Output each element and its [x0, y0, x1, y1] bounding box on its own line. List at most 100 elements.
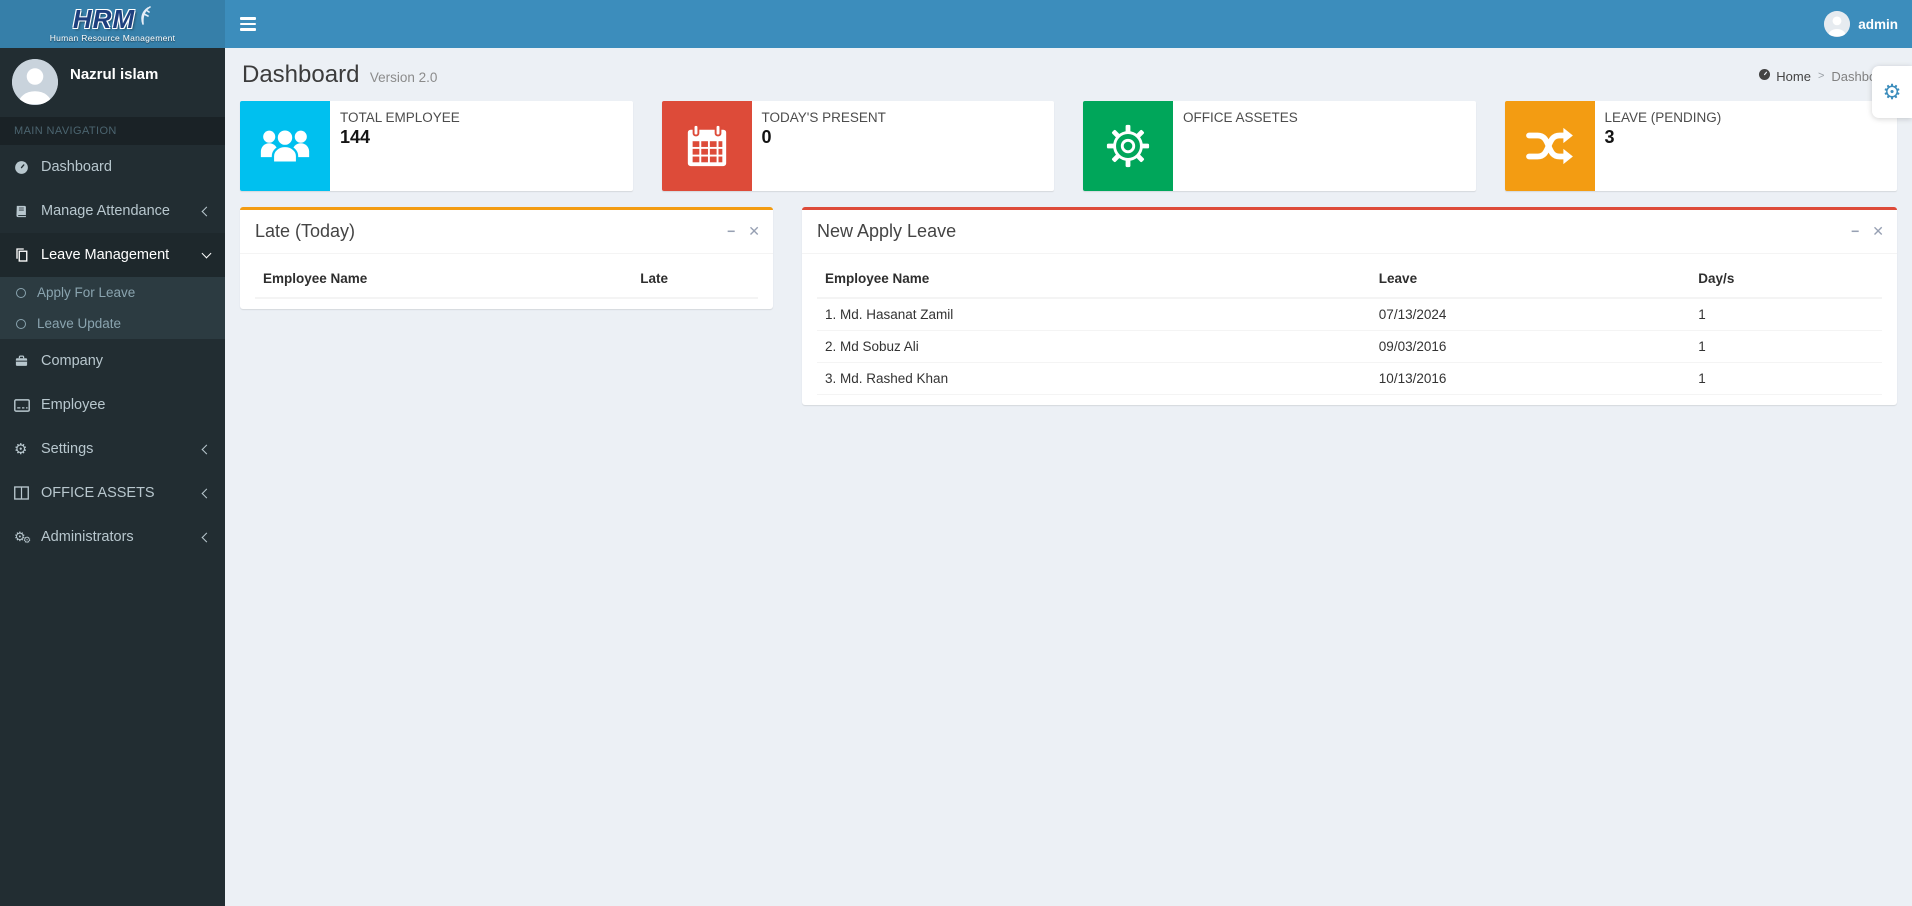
column-header-leave: Leave [1370, 260, 1691, 299]
sidebar-item-manage-attendance[interactable]: Manage Attendance [0, 189, 225, 233]
sidebar-avatar [12, 59, 58, 105]
sidebar-item-dashboard[interactable]: Dashboard [0, 145, 225, 189]
navbar-body: admin [225, 0, 1912, 48]
cell-employee-name: 3. Md. Rashed Khan [817, 362, 1371, 395]
cell-employee-name: 1. Md. Hasanat Zamil [817, 298, 1371, 331]
chevron-down-icon [201, 248, 212, 259]
sidebar-item-company[interactable]: Company [0, 339, 225, 383]
chevron-left-icon [201, 444, 212, 454]
page-title: Dashboard [242, 61, 360, 88]
circle-icon [16, 318, 26, 329]
column-header-employee-name: Employee Name [255, 260, 633, 299]
sidebar-item-label: Employee [41, 397, 106, 413]
sidebar-toggle-button[interactable] [225, 0, 270, 48]
gear-icon: ⚙ [14, 441, 28, 458]
cell-employee-name: 2. Md Sobuz Ali [817, 330, 1371, 363]
sidebar-item-label: OFFICE ASSETS [41, 485, 155, 501]
leave-table: Employee Name Leave Day/s 1. Md. Hasanat… [817, 260, 1882, 395]
top-navbar: HRM Human Resource Management admin [0, 0, 1912, 48]
cell-days: 1 [1690, 362, 1882, 395]
circle-icon [16, 287, 26, 298]
sidebar: Nazrul islam MAIN NAVIGATION Dashboard M… [0, 48, 225, 906]
panels-row: Late (Today) − ✕ Employee Name Late New … [240, 207, 1897, 405]
close-x-icon[interactable]: ✕ [1872, 224, 1884, 238]
info-box-value: 0 [761, 127, 772, 147]
sidebar-section-header: MAIN NAVIGATION [0, 117, 225, 145]
users-icon [240, 101, 330, 191]
info-box-label: LEAVE (PENDING) [1604, 110, 1722, 125]
hrm-app: HRM Human Resource Management admin Nazr… [0, 0, 1912, 906]
chevron-left-icon [201, 206, 212, 216]
sidebar-item-label: Manage Attendance [41, 203, 170, 219]
book-icon [14, 204, 41, 219]
control-sidebar-toggle-button[interactable]: ⚙ [1872, 66, 1912, 118]
main-content: Dashboard Version 2.0 Home > Dashboard T… [225, 48, 1912, 906]
sidebar-subitem-apply-for-leave[interactable]: Apply For Leave [0, 277, 225, 308]
sidebar-item-leave-management[interactable]: Leave Management [0, 233, 225, 277]
user-menu-button[interactable]: admin [1824, 0, 1912, 48]
info-box-label: TODAY'S PRESENT [761, 110, 886, 125]
chevron-left-icon [201, 488, 212, 498]
cell-leave-date: 10/13/2016 [1370, 362, 1691, 395]
cell-days: 1 [1690, 298, 1882, 331]
content-header: Dashboard Version 2.0 Home > Dashboard [240, 48, 1897, 97]
sidebar-item-label: Company [41, 353, 104, 369]
column-header-days: Day/s [1690, 260, 1882, 299]
sidebar-menu: Dashboard Manage Attendance Leave Manage… [0, 145, 225, 559]
shuffle-icon [1504, 101, 1595, 191]
brand-logo[interactable]: HRM Human Resource Management [0, 0, 225, 48]
chevron-left-icon [201, 532, 212, 542]
page-subtitle: Version 2.0 [369, 70, 438, 85]
collapse-minus-icon[interactable]: − [727, 224, 735, 238]
panel-title: New Apply Leave [817, 221, 957, 241]
info-box-row: TOTAL EMPLOYEE 144 TODAY'S PRESENT 0 OFF… [240, 101, 1897, 191]
logo-subtitle: Human Resource Management [49, 32, 176, 43]
logo-title: HRM [72, 3, 136, 34]
gear-icon [1083, 101, 1173, 191]
info-box-label: OFFICE ASSETES [1183, 110, 1298, 125]
column-header-employee-name: Employee Name [817, 260, 1371, 299]
cell-leave-date: 07/13/2024 [1370, 298, 1691, 331]
breadcrumb-separator: > [1817, 70, 1825, 82]
info-box-leave-pending: LEAVE (PENDING) 3 [1504, 101, 1897, 191]
cell-leave-date: 09/03/2016 [1370, 330, 1691, 363]
cell-days: 1 [1690, 330, 1882, 363]
late-table: Employee Name Late [255, 260, 758, 299]
sidebar-item-administrators[interactable]: ⚙ ⚙ Administrators [0, 515, 225, 559]
sidebar-user-name: Nazrul islam [70, 66, 159, 83]
user-avatar [1824, 11, 1851, 37]
info-box-office-assets: OFFICE ASSETES [1083, 101, 1476, 191]
logo-quill-icon [138, 5, 152, 30]
user-name: admin [1858, 16, 1898, 32]
gears-icon: ⚙ ⚙ [14, 529, 32, 545]
column-header-late: Late [632, 260, 758, 299]
gear-icon: ⚙ [1882, 80, 1902, 104]
hamburger-icon [239, 17, 256, 20]
collapse-minus-icon[interactable]: − [1851, 224, 1859, 238]
sidebar-item-settings[interactable]: ⚙ Settings [0, 427, 225, 471]
dashboard-icon [14, 160, 41, 175]
breadcrumb-home-link[interactable]: Home [1758, 68, 1811, 84]
id-card-icon [14, 398, 41, 412]
info-box-value: 144 [340, 127, 371, 147]
subitem-label: Apply For Leave [37, 285, 136, 300]
info-box-label: TOTAL EMPLOYEE [340, 110, 460, 125]
close-x-icon[interactable]: ✕ [748, 224, 760, 238]
subitem-label: Leave Update [37, 316, 122, 331]
info-box-value: 3 [1604, 127, 1615, 147]
sidebar-subitem-leave-update[interactable]: Leave Update [0, 308, 225, 339]
leave-management-submenu: Apply For Leave Leave Update [0, 277, 225, 339]
sidebar-user-panel: Nazrul islam [0, 48, 225, 117]
table-row: 2. Md Sobuz Ali 09/03/2016 1 [817, 330, 1882, 363]
sidebar-item-office-assets[interactable]: OFFICE ASSETS [0, 471, 225, 515]
late-today-panel: Late (Today) − ✕ Employee Name Late [240, 207, 773, 309]
info-box-todays-present: TODAY'S PRESENT 0 [661, 101, 1054, 191]
calendar-icon [661, 101, 752, 191]
sidebar-item-employee[interactable]: Employee [0, 383, 225, 427]
sidebar-item-label: Administrators [41, 529, 134, 545]
home-dashboard-icon [1758, 68, 1771, 84]
table-row: 3. Md. Rashed Khan 10/13/2016 1 [817, 362, 1882, 395]
sidebar-item-label: Dashboard [41, 159, 112, 175]
sidebar-item-label: Settings [41, 441, 94, 457]
sidebar-item-label: Leave Management [41, 247, 170, 263]
